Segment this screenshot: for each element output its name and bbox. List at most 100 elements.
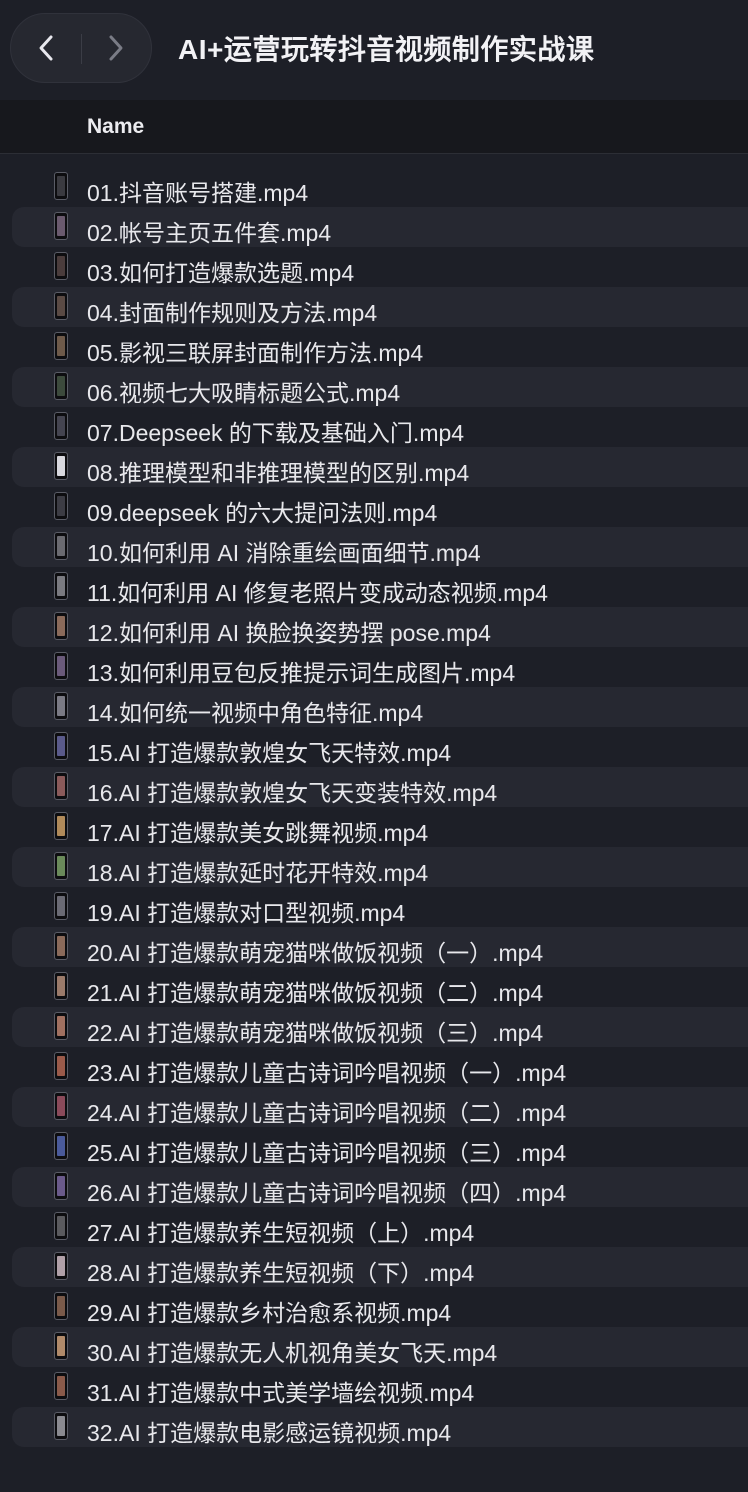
file-row[interactable]: 10.如何利用 AI 消除重绘画面细节.mp4: [12, 527, 748, 567]
file-name: 21.AI 打造爆款萌宠猫咪做饭视频（二）.mp4: [87, 980, 544, 1006]
file-row[interactable]: 28.AI 打造爆款养生短视频（下）.mp4: [12, 1247, 748, 1287]
video-file-icon: [54, 1372, 68, 1400]
thumbnail-preview: [57, 216, 65, 236]
file-name: 19.AI 打造爆款对口型视频.mp4: [87, 900, 406, 926]
thumbnail-preview: [57, 1016, 65, 1036]
file-row[interactable]: 08.推理模型和非推理模型的区别.mp4: [12, 447, 748, 487]
thumbnail-preview: [57, 736, 65, 756]
window-title: AI+运营玩转抖音视频制作实战课: [178, 34, 595, 65]
file-name: 06.视频七大吸睛标题公式.mp4: [87, 380, 401, 406]
thumbnail-preview: [57, 336, 65, 356]
file-row[interactable]: 03.如何打造爆款选题.mp4: [12, 247, 748, 287]
navigation-group: [10, 13, 152, 83]
file-row[interactable]: 11.如何利用 AI 修复老照片变成动态视频.mp4: [12, 567, 748, 607]
video-file-icon: [54, 1412, 68, 1440]
file-name: 01.抖音账号搭建.mp4: [87, 180, 309, 206]
video-file-icon: [54, 372, 68, 400]
video-file-icon: [54, 892, 68, 920]
back-button[interactable]: [11, 14, 81, 82]
file-row[interactable]: 04.封面制作规则及方法.mp4: [12, 287, 748, 327]
file-row[interactable]: 13.如何利用豆包反推提示词生成图片.mp4: [12, 647, 748, 687]
file-name: 26.AI 打造爆款儿童古诗词吟唱视频（四）.mp4: [87, 1180, 567, 1206]
thumbnail-preview: [57, 896, 65, 916]
file-row[interactable]: 05.影视三联屏封面制作方法.mp4: [12, 327, 748, 367]
file-row[interactable]: 32.AI 打造爆款电影感运镜视频.mp4: [12, 1407, 748, 1447]
file-name: 27.AI 打造爆款养生短视频（上）.mp4: [87, 1220, 475, 1246]
list-header: Name: [0, 100, 748, 154]
file-row[interactable]: 14.如何统一视频中角色特征.mp4: [12, 687, 748, 727]
video-file-icon: [54, 772, 68, 800]
video-file-icon: [54, 1252, 68, 1280]
video-file-icon: [54, 492, 68, 520]
thumbnail-preview: [57, 1256, 65, 1276]
file-name: 07.Deepseek 的下载及基础入门.mp4: [87, 420, 465, 446]
thumbnail-preview: [57, 576, 65, 596]
file-row[interactable]: 24.AI 打造爆款儿童古诗词吟唱视频（二）.mp4: [12, 1087, 748, 1127]
file-name: 22.AI 打造爆款萌宠猫咪做饭视频（三）.mp4: [87, 1020, 544, 1046]
video-file-icon: [54, 1012, 68, 1040]
thumbnail-preview: [57, 616, 65, 636]
file-name: 15.AI 打造爆款敦煌女飞天特效.mp4: [87, 740, 452, 766]
file-row[interactable]: 27.AI 打造爆款养生短视频（上）.mp4: [12, 1207, 748, 1247]
thumbnail-preview: [57, 856, 65, 876]
chevron-left-icon: [39, 35, 53, 61]
file-name: 09.deepseek 的六大提问法则.mp4: [87, 500, 438, 526]
file-row[interactable]: 17.AI 打造爆款美女跳舞视频.mp4: [12, 807, 748, 847]
video-file-icon: [54, 972, 68, 1000]
file-row[interactable]: 25.AI 打造爆款儿童古诗词吟唱视频（三）.mp4: [12, 1127, 748, 1167]
chevron-right-icon: [109, 35, 123, 61]
video-file-icon: [54, 1132, 68, 1160]
file-name: 23.AI 打造爆款儿童古诗词吟唱视频（一）.mp4: [87, 1060, 567, 1086]
file-name: 02.帐号主页五件套.mp4: [87, 220, 332, 246]
file-row[interactable]: 09.deepseek 的六大提问法则.mp4: [12, 487, 748, 527]
thumbnail-preview: [57, 936, 65, 956]
file-row[interactable]: 23.AI 打造爆款儿童古诗词吟唱视频（一）.mp4: [12, 1047, 748, 1087]
thumbnail-preview: [57, 816, 65, 836]
thumbnail-preview: [57, 656, 65, 676]
column-header-name[interactable]: Name: [87, 115, 144, 139]
file-row[interactable]: 30.AI 打造爆款无人机视角美女飞天.mp4: [12, 1327, 748, 1367]
file-row[interactable]: 02.帐号主页五件套.mp4: [12, 207, 748, 247]
forward-button[interactable]: [81, 14, 151, 82]
file-name: 32.AI 打造爆款电影感运镜视频.mp4: [87, 1420, 452, 1446]
title-bar: AI+运营玩转抖音视频制作实战课: [0, 0, 748, 100]
thumbnail-preview: [57, 416, 65, 436]
file-row[interactable]: 16.AI 打造爆款敦煌女飞天变装特效.mp4: [12, 767, 748, 807]
video-file-icon: [54, 452, 68, 480]
thumbnail-preview: [57, 976, 65, 996]
file-row[interactable]: 19.AI 打造爆款对口型视频.mp4: [12, 887, 748, 927]
file-row[interactable]: 06.视频七大吸睛标题公式.mp4: [12, 367, 748, 407]
file-row[interactable]: 26.AI 打造爆款儿童古诗词吟唱视频（四）.mp4: [12, 1167, 748, 1207]
video-file-icon: [54, 692, 68, 720]
file-row[interactable]: 29.AI 打造爆款乡村治愈系视频.mp4: [12, 1287, 748, 1327]
video-file-icon: [54, 212, 68, 240]
file-name: 28.AI 打造爆款养生短视频（下）.mp4: [87, 1260, 475, 1286]
file-row[interactable]: 15.AI 打造爆款敦煌女飞天特效.mp4: [12, 727, 748, 767]
thumbnail-preview: [57, 376, 65, 396]
file-row[interactable]: 12.如何利用 AI 换脸换姿势摆 pose.mp4: [12, 607, 748, 647]
thumbnail-preview: [57, 1096, 65, 1116]
file-row[interactable]: 22.AI 打造爆款萌宠猫咪做饭视频（三）.mp4: [12, 1007, 748, 1047]
video-file-icon: [54, 172, 68, 200]
file-row[interactable]: 20.AI 打造爆款萌宠猫咪做饭视频（一）.mp4: [12, 927, 748, 967]
file-name: 31.AI 打造爆款中式美学墙绘视频.mp4: [87, 1380, 475, 1406]
video-file-icon: [54, 812, 68, 840]
thumbnail-preview: [57, 536, 65, 556]
thumbnail-preview: [57, 1136, 65, 1156]
thumbnail-preview: [57, 256, 65, 276]
thumbnail-preview: [57, 1376, 65, 1396]
file-name: 05.影视三联屏封面制作方法.mp4: [87, 340, 424, 366]
video-file-icon: [54, 572, 68, 600]
file-row[interactable]: 07.Deepseek 的下载及基础入门.mp4: [12, 407, 748, 447]
thumbnail-preview: [57, 1176, 65, 1196]
file-name: 11.如何利用 AI 修复老照片变成动态视频.mp4: [87, 580, 548, 606]
file-row[interactable]: 31.AI 打造爆款中式美学墙绘视频.mp4: [12, 1367, 748, 1407]
video-file-icon: [54, 1092, 68, 1120]
file-name: 04.封面制作规则及方法.mp4: [87, 300, 378, 326]
file-name: 08.推理模型和非推理模型的区别.mp4: [87, 460, 470, 486]
file-row[interactable]: 21.AI 打造爆款萌宠猫咪做饭视频（二）.mp4: [12, 967, 748, 1007]
file-name: 17.AI 打造爆款美女跳舞视频.mp4: [87, 820, 429, 846]
file-row[interactable]: 01.抖音账号搭建.mp4: [12, 167, 748, 207]
file-row[interactable]: 18.AI 打造爆款延时花开特效.mp4: [12, 847, 748, 887]
video-file-icon: [54, 252, 68, 280]
